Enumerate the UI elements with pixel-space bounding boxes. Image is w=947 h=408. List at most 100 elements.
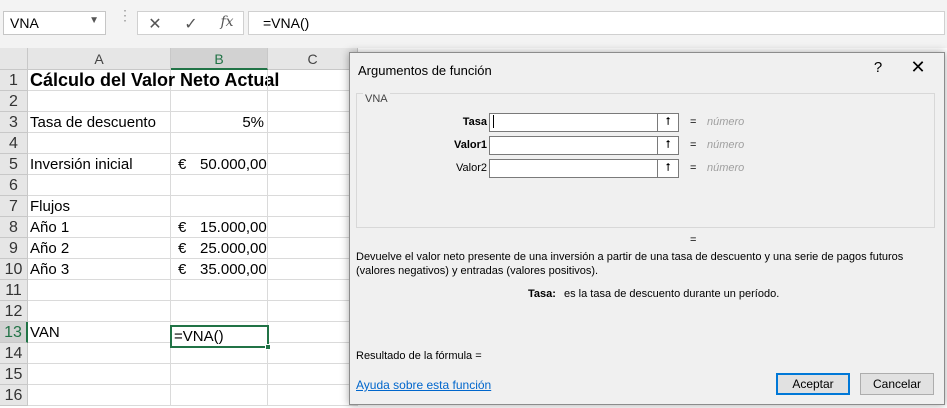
row-header[interactable]: 10 bbox=[0, 259, 28, 280]
arg-type-valor1: número bbox=[707, 139, 745, 151]
row-header[interactable]: 9 bbox=[0, 238, 28, 259]
cell-a[interactable]: VAN bbox=[28, 322, 171, 343]
cell-c[interactable] bbox=[268, 175, 358, 196]
column-header-c[interactable]: C bbox=[268, 48, 358, 70]
cell-b[interactable] bbox=[171, 385, 268, 406]
collapse-valor2-icon[interactable]: ⭡ bbox=[657, 159, 679, 178]
cell-b[interactable] bbox=[171, 301, 268, 322]
fill-handle[interactable] bbox=[265, 344, 271, 350]
cell-b[interactable]: 5% bbox=[171, 112, 268, 133]
cell-a[interactable] bbox=[28, 91, 171, 112]
cell-b[interactable]: €35.000,00 bbox=[171, 259, 268, 280]
cell-b[interactable] bbox=[171, 196, 268, 217]
drag-handle-icon[interactable]: ⋮ bbox=[118, 8, 132, 32]
cell-value: 35.000,00 bbox=[200, 261, 267, 278]
cell-b[interactable]: €25.000,00 bbox=[171, 238, 268, 259]
cell-b[interactable] bbox=[171, 175, 268, 196]
row-header[interactable]: 15 bbox=[0, 364, 28, 385]
arg-eq-valor2: = bbox=[690, 162, 697, 174]
row-header[interactable]: 14 bbox=[0, 343, 28, 364]
cell-c[interactable] bbox=[268, 343, 358, 364]
cell-b[interactable] bbox=[171, 70, 268, 91]
select-all-corner[interactable] bbox=[0, 48, 28, 70]
cell-b[interactable] bbox=[171, 280, 268, 301]
function-name: VNA bbox=[363, 93, 390, 105]
arg-type-tasa: número bbox=[707, 116, 745, 128]
name-box[interactable]: VNA ▼ bbox=[3, 11, 106, 35]
arg-label-valor1: Valor1 bbox=[453, 139, 487, 151]
arg-input-tasa[interactable] bbox=[489, 113, 658, 132]
arg-input-valor2[interactable] bbox=[489, 159, 658, 178]
active-cell-b13[interactable]: =VNA() bbox=[170, 325, 271, 350]
cancel-button[interactable]: Cancelar bbox=[860, 373, 934, 395]
cell-a[interactable] bbox=[28, 175, 171, 196]
cell-a[interactable]: Cálculo del Valor Neto Actual bbox=[28, 70, 279, 91]
cell-a[interactable] bbox=[28, 133, 171, 154]
cancel-icon[interactable]: ✕ bbox=[144, 14, 166, 34]
cell-c[interactable] bbox=[268, 133, 358, 154]
row-header[interactable]: 3 bbox=[0, 112, 28, 133]
cell-c[interactable] bbox=[268, 70, 358, 91]
arg-input-valor1[interactable] bbox=[489, 136, 658, 155]
cell-b[interactable] bbox=[171, 91, 268, 112]
cell-b[interactable] bbox=[171, 364, 268, 385]
row-header[interactable]: 11 bbox=[0, 280, 28, 301]
enter-icon[interactable]: ✓ bbox=[180, 14, 202, 34]
row-header[interactable]: 5 bbox=[0, 154, 28, 175]
row-header[interactable]: 2 bbox=[0, 91, 28, 112]
cell-c[interactable] bbox=[268, 280, 358, 301]
row-header[interactable]: 1 bbox=[0, 70, 28, 91]
cell-c[interactable] bbox=[268, 217, 358, 238]
cell-c[interactable] bbox=[268, 112, 358, 133]
chevron-down-icon[interactable]: ▼ bbox=[89, 15, 99, 26]
cell-c[interactable] bbox=[268, 322, 358, 343]
help-icon[interactable]: ? bbox=[868, 59, 888, 76]
row-header[interactable]: 12 bbox=[0, 301, 28, 322]
cell-a[interactable]: Flujos bbox=[28, 196, 171, 217]
arg-label-valor2: Valor2 bbox=[456, 162, 487, 174]
collapse-valor1-icon[interactable]: ⭡ bbox=[657, 136, 679, 155]
cell-a[interactable] bbox=[28, 280, 171, 301]
cell-b[interactable]: €50.000,00 bbox=[171, 154, 268, 175]
cell-a[interactable]: Inversión inicial bbox=[28, 154, 171, 175]
cell-c[interactable] bbox=[268, 385, 358, 406]
column-header-a[interactable]: A bbox=[28, 48, 171, 70]
function-result-eq: = bbox=[690, 234, 697, 246]
cell-b[interactable] bbox=[171, 133, 268, 154]
row-header[interactable]: 8 bbox=[0, 217, 28, 238]
cell-c[interactable] bbox=[268, 238, 358, 259]
param-description: es la tasa de descuento durante un perío… bbox=[564, 288, 780, 300]
cell-a[interactable] bbox=[28, 385, 171, 406]
help-link[interactable]: Ayuda sobre esta función bbox=[356, 378, 491, 392]
cell-b[interactable]: €15.000,00 bbox=[171, 217, 268, 238]
cell-c[interactable] bbox=[268, 301, 358, 322]
cell-c[interactable] bbox=[268, 364, 358, 385]
function-description: Devuelve el valor neto presente de una i… bbox=[356, 251, 904, 277]
function-group: VNA Tasa ⭡ = número Valor1 ⭡ = número Va… bbox=[356, 93, 935, 228]
cell-a[interactable] bbox=[28, 343, 171, 364]
ok-button[interactable]: Aceptar bbox=[776, 373, 850, 395]
cell-a[interactable]: Tasa de descuento bbox=[28, 112, 171, 133]
collapse-tasa-icon[interactable]: ⭡ bbox=[657, 113, 679, 132]
formula-buttons: ✕ ✓ fx bbox=[137, 11, 244, 35]
cell-a[interactable] bbox=[28, 301, 171, 322]
cell-a[interactable]: Año 2 bbox=[28, 238, 171, 259]
formula-input[interactable]: =VNA() bbox=[248, 11, 945, 35]
close-icon[interactable]: ✕ bbox=[906, 57, 930, 78]
cell-a[interactable]: Año 3 bbox=[28, 259, 171, 280]
cell-a[interactable]: Año 1 bbox=[28, 217, 171, 238]
cell-c[interactable] bbox=[268, 259, 358, 280]
insert-function-icon[interactable]: fx bbox=[216, 14, 238, 30]
cell-a[interactable] bbox=[28, 364, 171, 385]
cell-c[interactable] bbox=[268, 154, 358, 175]
row-header[interactable]: 7 bbox=[0, 196, 28, 217]
cell-c[interactable] bbox=[268, 91, 358, 112]
formula-result-label: Resultado de la fórmula = bbox=[356, 350, 482, 362]
row-header[interactable]: 16 bbox=[0, 385, 28, 406]
cell-c[interactable] bbox=[268, 196, 358, 217]
row-header[interactable]: 6 bbox=[0, 175, 28, 196]
row-header[interactable]: 13 bbox=[0, 322, 28, 343]
row-header[interactable]: 4 bbox=[0, 133, 28, 154]
column-header-b[interactable]: B bbox=[171, 48, 268, 70]
function-arguments-dialog: Argumentos de función ? ✕ VNA Tasa ⭡ = n… bbox=[349, 52, 945, 405]
